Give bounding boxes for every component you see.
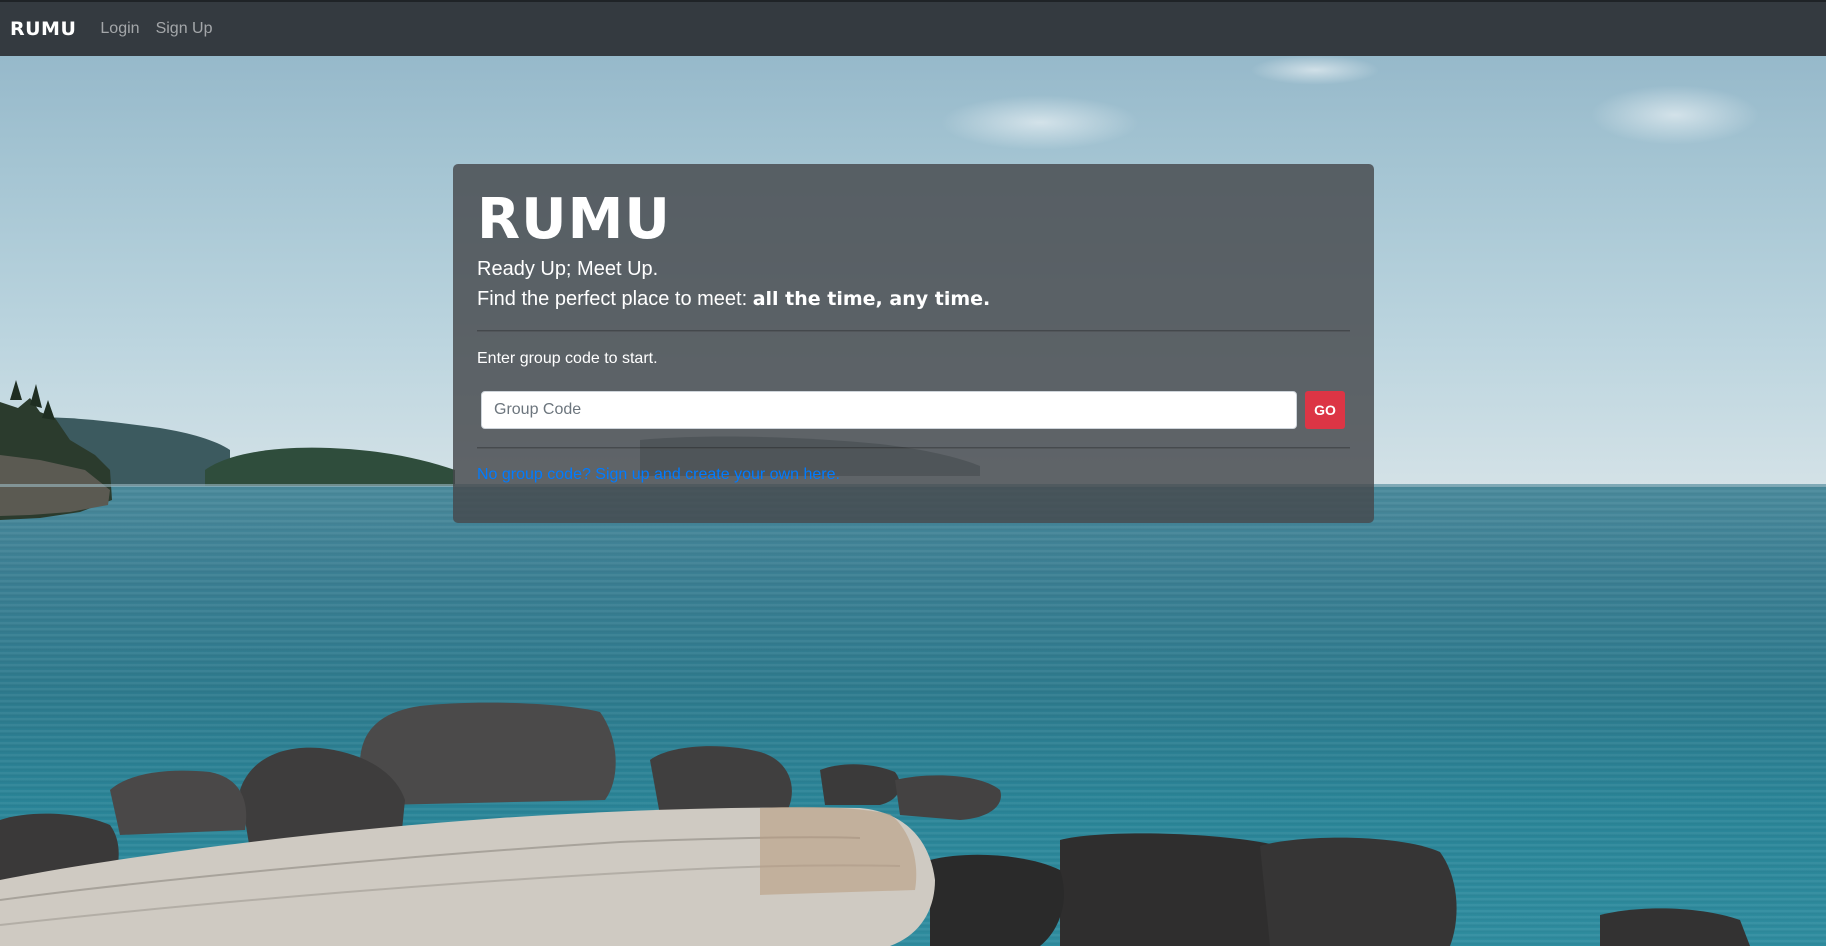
nav-link-login[interactable]: Login <box>100 20 139 38</box>
group-code-input[interactable] <box>481 391 1297 429</box>
hero-title: RUMU <box>477 187 671 252</box>
nav-link-sign-up[interactable]: Sign Up <box>156 20 213 38</box>
hero-subline-emphasis: all the time, any time. <box>752 288 991 310</box>
hero-subline-prefix: Find the perfect place to meet: <box>477 288 753 310</box>
divider <box>477 447 1350 449</box>
hero-card: RUMU Ready Up; Meet Up. Find the perfect… <box>453 164 1374 523</box>
top-navbar: RUMU Login Sign Up <box>0 0 1826 56</box>
instruction-text: Enter group code to start. <box>477 350 658 367</box>
signup-link[interactable]: No group code? Sign up and create your o… <box>477 466 840 484</box>
hero-subline: Find the perfect place to meet: all the … <box>477 284 1350 314</box>
go-button[interactable]: GO <box>1305 391 1345 429</box>
navbar-brand[interactable]: RUMU <box>10 18 76 40</box>
divider <box>477 330 1350 332</box>
hero-tagline: Ready Up; Meet Up. <box>477 258 659 280</box>
group-code-form: GO <box>481 391 1350 429</box>
